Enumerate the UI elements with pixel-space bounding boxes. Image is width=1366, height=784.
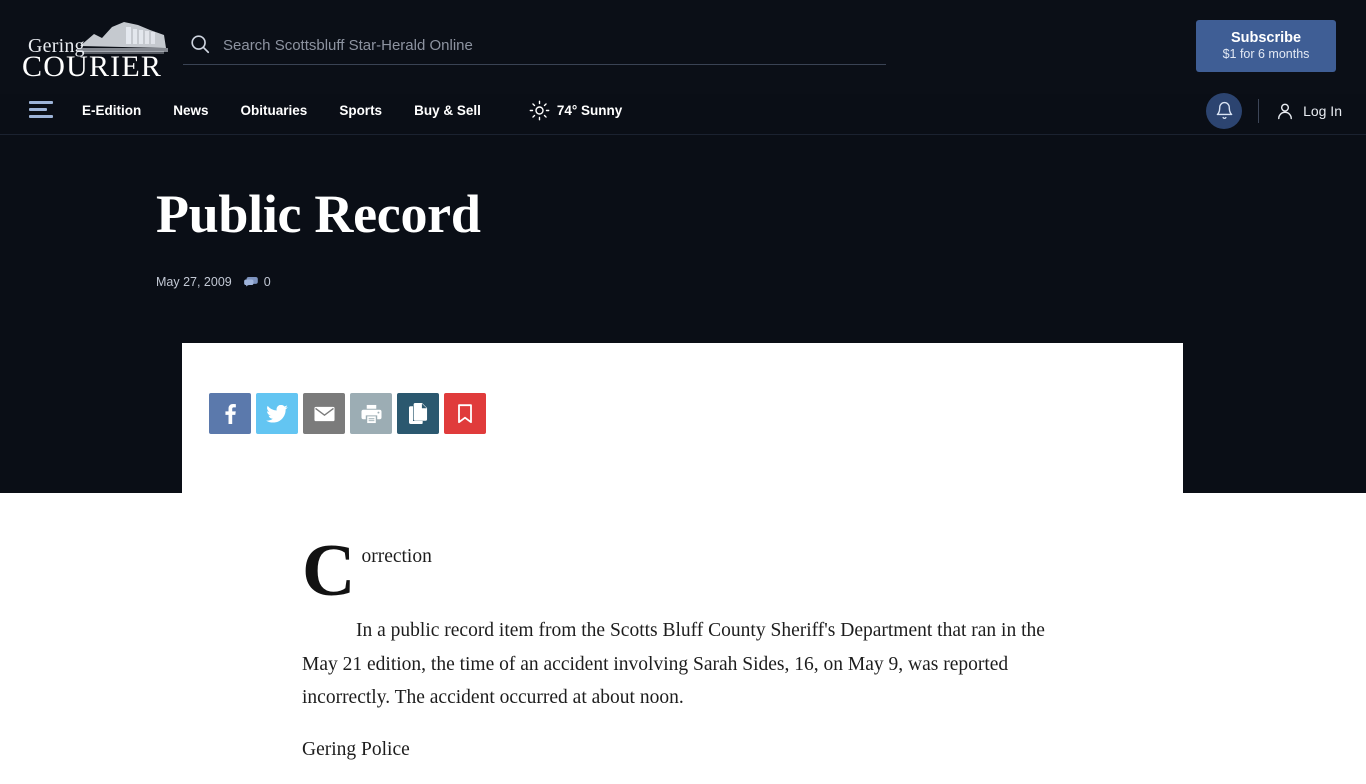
hamburger-bar (29, 115, 53, 118)
subscribe-subtitle: $1 for 6 months (1222, 47, 1310, 62)
site-logo[interactable]: Gering COURIER (22, 16, 168, 82)
share-button-row (209, 393, 491, 434)
sun-icon (529, 100, 550, 121)
comment-count: 0 (263, 275, 271, 289)
comment-bubble-icon (243, 276, 258, 286)
article-paragraph-2: Gering Police (302, 738, 410, 760)
nav-item-sports[interactable]: Sports (339, 86, 404, 135)
hamburger-bar (29, 101, 53, 104)
nav-item-obituaries[interactable]: Obituaries (241, 86, 330, 135)
hamburger-bar (29, 108, 47, 111)
subscribe-title: Subscribe (1230, 29, 1302, 46)
share-twitter-button[interactable] (256, 393, 298, 434)
bookmark-icon (458, 403, 472, 423)
weather-widget[interactable]: 74° Sunny (529, 100, 622, 121)
page-title: Public Record (156, 184, 481, 244)
login-label: Log In (1303, 102, 1342, 119)
login-link[interactable]: Log In (1275, 101, 1342, 121)
article-date: May 27, 2009 (156, 275, 232, 289)
nav-item-e-edition[interactable]: E-Edition (82, 86, 163, 135)
copy-icon (408, 403, 427, 424)
subscribe-button[interactable]: Subscribe $1 for 6 months (1196, 20, 1336, 72)
twitter-icon (266, 404, 288, 423)
article-paragraph-1: In a public record item from the Scotts … (302, 620, 1045, 708)
logo-text-courier: COURIER (22, 50, 163, 83)
nav-item-news[interactable]: News (173, 86, 230, 135)
article-body: Correction In a public record item from … (302, 534, 1062, 784)
bell-icon (1216, 101, 1232, 120)
article-heading-correction: Correction (302, 534, 1062, 608)
share-facebook-button[interactable] (209, 393, 251, 434)
header-divider (1258, 98, 1260, 123)
search-icon (191, 35, 210, 54)
heading-remainder: orrection (361, 546, 432, 567)
share-save-button[interactable] (444, 393, 486, 434)
article-meta: May 27, 2009 0 (156, 275, 271, 289)
header-account-area: Log In (1206, 86, 1342, 135)
printer-icon (361, 404, 381, 423)
nav-link-list: E-Edition News Obituaries Sports Buy & S… (82, 86, 622, 135)
nav-item-buy-and-sell[interactable]: Buy & Sell (414, 86, 503, 135)
share-copy-link-button[interactable] (397, 393, 439, 434)
article-share-card (182, 343, 1183, 493)
share-email-button[interactable] (303, 393, 345, 434)
user-icon (1278, 103, 1293, 119)
drop-cap-letter: C (302, 530, 356, 612)
facebook-icon (224, 404, 236, 424)
comments-link[interactable]: 0 (243, 275, 271, 289)
share-print-button[interactable] (350, 393, 392, 434)
notifications-button[interactable] (1206, 92, 1243, 129)
envelope-icon (313, 406, 335, 421)
search-bar[interactable] (183, 27, 886, 65)
site-header: Gering COURIER Subscribe $1 for 6 months (0, 0, 1366, 94)
main-navigation: E-Edition News Obituaries Sports Buy & S… (0, 86, 1366, 135)
hamburger-menu-icon[interactable] (29, 101, 53, 120)
dark-page-shell: Gering COURIER Subscribe $1 for 6 months… (0, 0, 1366, 493)
search-input[interactable] (223, 27, 878, 63)
weather-label: 74° Sunny (556, 103, 623, 118)
